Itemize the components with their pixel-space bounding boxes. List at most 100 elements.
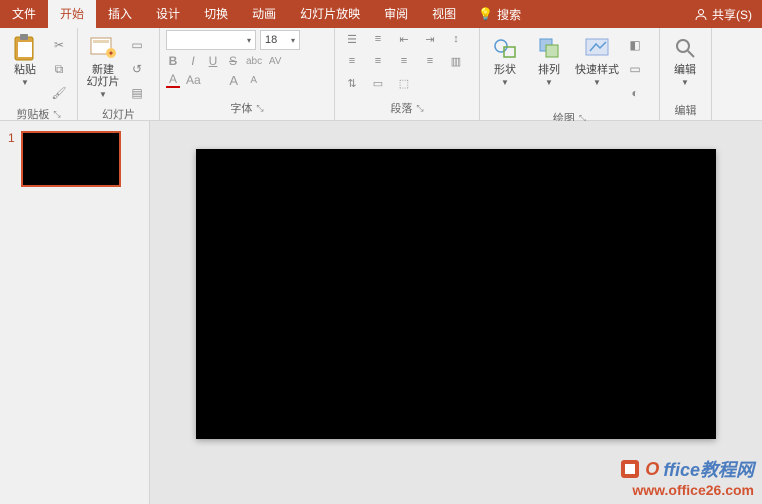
arrange-label: 排列 (538, 64, 560, 76)
quick-styles-label: 快速样式 (575, 64, 619, 76)
cut-button[interactable]: ✂ (48, 34, 70, 56)
arrange-button[interactable]: 排列 ▼ (528, 32, 570, 89)
scissors-icon: ✂ (54, 38, 64, 52)
strike-button[interactable]: S (226, 54, 240, 68)
share-label: 共享(S) (712, 6, 752, 23)
ribbon: 粘贴 ▼ ✂ ⧉ 🖌 剪贴板⤡ ✦ 新建 幻灯片 ▼ ▭ ↺ ▤ (0, 28, 762, 121)
tab-animation[interactable]: 动画 (240, 0, 288, 28)
chevron-down-icon: ▼ (681, 78, 689, 87)
new-slide-button[interactable]: ✦ 新建 幻灯片 ▼ (82, 32, 124, 101)
quick-styles-button[interactable]: 快速样式 ▼ (572, 32, 622, 89)
slide-canvas[interactable] (196, 149, 716, 439)
chevron-down-icon: ▼ (99, 90, 107, 99)
tab-file[interactable]: 文件 (0, 0, 48, 28)
align-left-button[interactable]: ≡ (341, 52, 363, 70)
shapes-label: 形状 (494, 64, 516, 76)
smartart-button[interactable]: ⬚ (393, 74, 415, 92)
share-button[interactable]: 共享(S) (694, 6, 752, 23)
reset-icon: ↺ (132, 62, 142, 76)
underline-button[interactable]: U (206, 54, 220, 68)
group-drawing: 形状 ▼ 排列 ▼ 快速样式 ▼ ◧ ▭ ◐ 绘图⤡ (480, 28, 660, 120)
paste-button[interactable]: 粘贴 ▼ (4, 32, 46, 89)
group-label-paragraph: 段落 (390, 100, 412, 116)
chevron-down-icon: ▼ (501, 78, 509, 87)
numbering-button[interactable]: ≡ (367, 30, 389, 48)
align-text-icon: ▭ (373, 77, 383, 90)
tab-design[interactable]: 设计 (144, 0, 192, 28)
group-font: ▾ 18▾ B I U S abc AV A Aa A A 字体⤡ (160, 28, 335, 120)
shape-effects-button[interactable]: ◐ (624, 82, 646, 104)
search-box[interactable]: 💡 搜索 (478, 6, 521, 23)
grow-font-button[interactable]: A (227, 73, 241, 88)
columns-button[interactable]: ▥ (445, 52, 467, 70)
expand-icon[interactable]: ⤡ (416, 103, 423, 114)
shadow-button[interactable]: abc (246, 56, 262, 67)
group-label-editing: 编辑 (675, 102, 697, 118)
chevron-down-icon: ▾ (247, 36, 251, 45)
title-bar: 文件 开始 插入 设计 切换 动画 幻灯片放映 审阅 视图 💡 搜索 共享(S) (0, 0, 762, 28)
align-text-button[interactable]: ▭ (367, 74, 389, 92)
italic-button[interactable]: I (186, 54, 200, 68)
bullets-button[interactable]: ☰ (341, 30, 363, 48)
indent-inc-button[interactable]: ⇥ (419, 30, 441, 48)
thumbnail-preview[interactable] (21, 131, 121, 187)
group-clipboard: 粘贴 ▼ ✂ ⧉ 🖌 剪贴板⤡ (0, 28, 78, 120)
font-name-select[interactable]: ▾ (166, 30, 256, 50)
columns-icon: ▥ (451, 55, 461, 68)
align-left-icon: ≡ (349, 55, 355, 67)
line-spacing-button[interactable]: ↕ (445, 30, 467, 48)
shrink-font-button[interactable]: A (247, 75, 261, 86)
shape-fill-button[interactable]: ◧ (624, 34, 646, 56)
watermark-url: www.office26.com (619, 482, 754, 498)
logo-icon (619, 458, 641, 480)
align-right-button[interactable]: ≡ (393, 52, 415, 70)
group-slides: ✦ 新建 幻灯片 ▼ ▭ ↺ ▤ 幻灯片 (78, 28, 160, 120)
text-direction-button[interactable]: ⇅ (341, 74, 363, 92)
brush-icon: 🖌 (51, 86, 66, 100)
font-size-select[interactable]: 18 ▾ (260, 30, 300, 50)
layout-button[interactable]: ▭ (126, 34, 148, 56)
watermark-brand-text: ffice教程网 (663, 456, 754, 482)
justify-button[interactable]: ≡ (419, 52, 441, 70)
indent-dec-button[interactable]: ⇤ (393, 30, 415, 48)
indent-left-icon: ⇤ (399, 33, 408, 46)
tab-insert[interactable]: 插入 (96, 0, 144, 28)
spacing-button[interactable]: AV (268, 56, 282, 67)
chevron-down-icon: ▾ (291, 36, 295, 45)
person-icon (694, 7, 708, 21)
section-button[interactable]: ▤ (126, 82, 148, 104)
align-center-button[interactable]: ≡ (367, 52, 389, 70)
expand-icon[interactable]: ⤡ (53, 109, 60, 120)
bold-button[interactable]: B (166, 54, 180, 68)
font-color-button[interactable]: A (166, 72, 180, 88)
workspace: 1 (0, 121, 762, 504)
watermark-brand-o: O (645, 459, 659, 480)
edit-button[interactable]: 编辑 ▼ (664, 32, 706, 89)
font-size-value: 18 (265, 34, 277, 46)
tab-slideshow[interactable]: 幻灯片放映 (288, 0, 372, 28)
reset-button[interactable]: ↺ (126, 58, 148, 80)
align-center-icon: ≡ (375, 55, 381, 67)
section-icon: ▤ (131, 86, 142, 100)
tab-view[interactable]: 视图 (420, 0, 468, 28)
copy-button[interactable]: ⧉ (48, 58, 70, 80)
shapes-icon (491, 34, 519, 62)
group-paragraph: ☰ ≡ ⇤ ⇥ ↕ ≡ ≡ ≡ ≡ ▥ ⇅ ▭ ⬚ 段落 ⤡ (335, 28, 480, 120)
change-case-button[interactable]: Aa (186, 73, 201, 87)
find-icon (671, 34, 699, 62)
format-painter-button[interactable]: 🖌 (48, 82, 70, 104)
canvas-area[interactable] (150, 121, 762, 504)
expand-icon[interactable]: ⤡ (256, 103, 263, 114)
tab-review[interactable]: 审阅 (372, 0, 420, 28)
thumbnail-panel[interactable]: 1 (0, 121, 150, 504)
quick-styles-icon (583, 34, 611, 62)
shapes-button[interactable]: 形状 ▼ (484, 32, 526, 89)
shape-outline-button[interactable]: ▭ (624, 58, 646, 80)
tab-transition[interactable]: 切换 (192, 0, 240, 28)
arrange-icon (535, 34, 563, 62)
tab-home[interactable]: 开始 (48, 0, 96, 28)
indent-right-icon: ⇥ (425, 33, 434, 46)
thumbnail-item[interactable]: 1 (8, 131, 141, 187)
new-slide-label: 新建 幻灯片 (87, 64, 120, 88)
copy-icon: ⧉ (55, 62, 64, 77)
